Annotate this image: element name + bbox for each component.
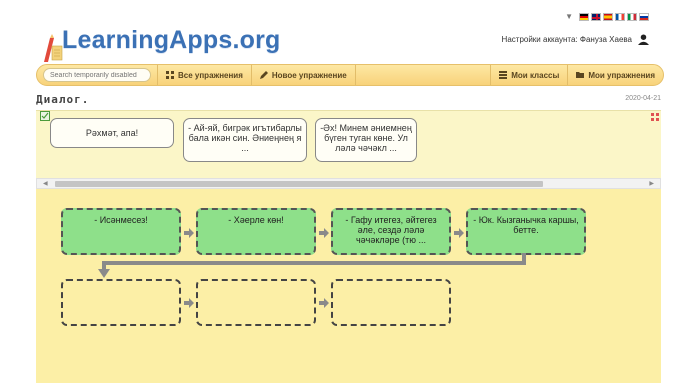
flag-de-icon[interactable] — [579, 12, 589, 21]
logo[interactable]: LearningApps.org — [40, 16, 280, 64]
flag-es-icon[interactable] — [603, 12, 613, 21]
arrow-right-icon — [319, 298, 329, 308]
nav-new-exercise[interactable]: Новое упражнение — [252, 65, 356, 85]
flag-it-icon[interactable] — [627, 12, 637, 21]
app-date: 2020-04-21 — [625, 95, 661, 102]
arrow-right-icon — [184, 298, 194, 308]
fullscreen-icon[interactable] — [651, 113, 659, 121]
nav-all-exercises[interactable]: Все упражнения — [157, 65, 252, 85]
flag-ru-icon[interactable] — [639, 12, 649, 21]
pencil-icon — [259, 71, 268, 79]
scroll-left-icon[interactable]: ◀ — [43, 180, 48, 187]
flag-fr-icon[interactable] — [615, 12, 625, 21]
answer-card-text: -Әх! Минем әниемнең бүген туган көне. Ул… — [320, 123, 412, 153]
list-icon — [499, 71, 508, 79]
answer-card[interactable]: -Әх! Минем әниемнең бүген туган көне. Ул… — [315, 118, 417, 162]
user-icon[interactable] — [638, 34, 649, 45]
folder-icon — [576, 72, 585, 78]
nav-my-classes-label: Мои классы — [511, 70, 560, 80]
answer-card[interactable]: - Ай-яй, бигрәк игътибарлы бала икән син… — [183, 118, 307, 162]
language-selector[interactable]: ▼ — [565, 12, 649, 21]
dialog-slot-empty[interactable] — [196, 279, 316, 326]
chevron-down-icon[interactable]: ▼ — [565, 12, 573, 21]
dialog-slot[interactable]: - Хәерле көн! — [196, 208, 316, 255]
nav-my-classes[interactable]: Мои классы — [491, 65, 569, 85]
app-title: Диалог. — [36, 93, 90, 106]
scrollbar-thumb[interactable] — [55, 181, 543, 187]
return-arrow-icon — [98, 253, 526, 278]
pencil-doodle-icon — [44, 34, 63, 62]
arrow-right-icon — [454, 228, 464, 238]
dialog-slot-text: - Гафу итегез, әйтегез әле, сездә ләлә ч… — [345, 215, 437, 245]
dialog-slot-text: - Юк. Кызганычка каршы, бетте. — [473, 215, 579, 235]
dialog-slot[interactable]: - Юк. Кызганычка каршы, бетте. — [466, 208, 586, 255]
account-label[interactable]: Настройки аккаунта: Фануза Хаева — [502, 35, 632, 44]
arrow-right-icon — [319, 228, 329, 238]
answer-card-text: - Ай-яй, бигрәк игътибарлы бала икән син… — [188, 123, 302, 153]
search-input[interactable] — [43, 68, 151, 82]
answer-card-text: Рәхмәт, апа! — [85, 128, 139, 138]
horizontal-scrollbar[interactable]: ◀ ▶ — [36, 178, 661, 189]
account-menu[interactable]: Настройки аккаунта: Фануза Хаева — [502, 34, 649, 45]
dialog-slot-text: - Хәерле көн! — [228, 215, 284, 225]
dialog-slot-text: - Исәнмесез! — [94, 215, 148, 225]
nav-spacer — [356, 65, 492, 85]
main-navbar: Все упражнения Новое упражнение Мои клас… — [36, 64, 664, 86]
answer-card[interactable]: Рәхмәт, апа! — [50, 118, 174, 148]
dialog-slot-empty[interactable] — [331, 279, 451, 326]
nav-all-exercises-label: Все упражнения — [178, 70, 243, 80]
dialog-slot-empty[interactable] — [61, 279, 181, 326]
flag-gb-icon[interactable] — [591, 12, 601, 21]
scroll-right-icon[interactable]: ▶ — [649, 180, 654, 187]
dialog-slot[interactable]: - Исәнмесез! — [61, 208, 181, 255]
nav-new-exercise-label: Новое упражнение — [271, 70, 347, 80]
dialog-slot[interactable]: - Гафу итегез, әйтегез әле, сездә ләлә ч… — [331, 208, 451, 255]
logo-text[interactable]: LearningApps.org — [62, 26, 280, 55]
nav-my-exercises[interactable]: Мои упражнения — [568, 65, 663, 85]
arrow-right-icon — [184, 228, 194, 238]
edit-icon[interactable] — [40, 111, 50, 121]
learningapps-page: LearningApps.org ▼ Настройки аккаунта: Ф… — [0, 0, 673, 383]
nav-my-exercises-label: Мои упражнения — [588, 70, 655, 80]
grid-icon — [166, 71, 174, 79]
